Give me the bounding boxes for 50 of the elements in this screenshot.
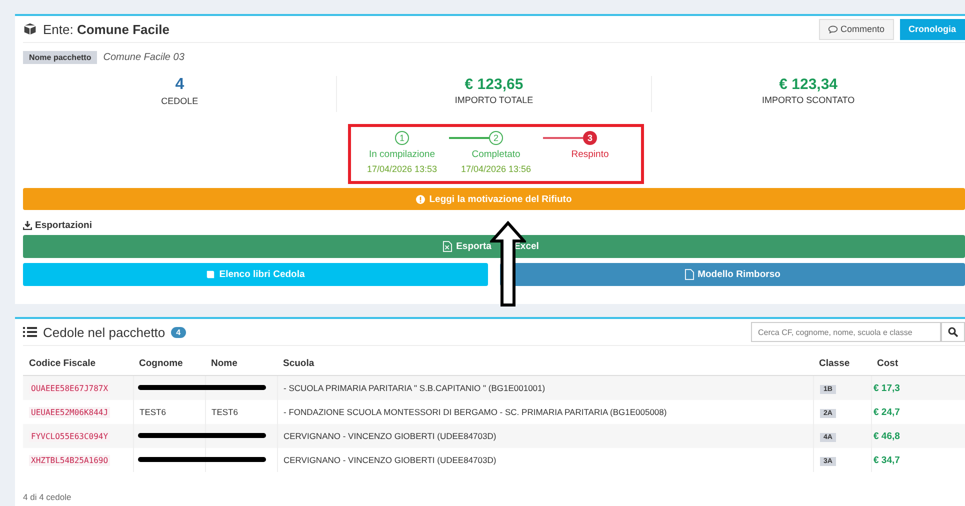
step-label: Respinto — [571, 149, 609, 160]
package-name: Comune Facile 03 — [103, 52, 184, 63]
step-label: Completato — [472, 149, 520, 160]
download-icon — [23, 221, 32, 230]
cube-icon — [23, 22, 37, 36]
rejection-reason-button[interactable]: Leggi la motivazione del Rifiuto — [23, 188, 965, 210]
document-icon — [684, 269, 694, 280]
table-cell: - FONDAZIONE SCUOLA MONTESSORI DI BERGAMO - SC. PRIMARIA PARITARIA (BG1E005008) — [284, 407, 667, 417]
stat-label: IMPORTO TOTALE — [454, 95, 534, 105]
stat-label: CEDOLE — [161, 96, 198, 106]
table-cell: - SCUOLA PRIMARIA PARITARIA " S.B.CAPITANIO " (BG1E001001) — [284, 383, 546, 393]
exports-title: Esportazioni — [35, 220, 92, 231]
history-button[interactable]: Cronologia — [900, 18, 965, 40]
cost-value: € 34,7 — [874, 454, 900, 466]
table-cell: CERVIGNANO - VINCENZO GIOBERTI (UDEE84703D) — [284, 455, 496, 465]
step-label: In compilazione — [368, 149, 435, 160]
tax-code: UEUAEE52M06K844J — [29, 407, 110, 418]
list-title: Cedole nel pacchetto — [43, 324, 166, 340]
cost-value: € 24,7 — [874, 406, 900, 418]
search-icon — [948, 327, 958, 337]
table-cell: CERVIGNANO - VINCENZO GIOBERTI (UDEE84703D) — [284, 431, 496, 441]
search-field[interactable]: Cerca CF, cognome, nome, scuola e classe — [751, 322, 941, 342]
step-circle: 1 — [395, 131, 409, 145]
cost-value: € 17,3 — [874, 382, 900, 394]
list-icon — [23, 326, 37, 338]
step-circle: 3 — [583, 131, 597, 145]
stat-value: € 123,65 — [464, 76, 524, 93]
stat-value: € 123,34 — [779, 76, 838, 93]
step-date: 17/04/2026 13:56 — [460, 164, 532, 174]
row-count: 4 di 4 cedole — [23, 492, 72, 502]
entity-title: Ente: Comune Facile — [43, 22, 170, 36]
stat-value: 4 — [175, 76, 184, 94]
table-cell: TEST6 — [212, 407, 238, 417]
tax-code: OUAEEE58E67J787X — [29, 383, 110, 394]
book-list-button[interactable]: Elenco libri Cedola — [23, 263, 488, 286]
package-name-tag: Nome pacchetto — [23, 51, 98, 64]
excel-file-icon — [443, 241, 452, 252]
table-cell: TEST6 — [140, 407, 166, 417]
stat-label: IMPORTO SCONTATO — [762, 95, 855, 105]
info-icon — [416, 194, 426, 204]
tax-code: FYVCLO55E63C094Y — [29, 431, 110, 442]
count-badge: 4 — [171, 326, 186, 338]
step-date: 17/04/2026 13:53 — [366, 164, 438, 174]
step-circle: 2 — [489, 131, 503, 145]
tax-code: XHZTBL54B25A169O — [29, 455, 110, 466]
search-button[interactable] — [941, 322, 965, 342]
refund-form-button[interactable]: Modello Rimborso — [500, 263, 965, 286]
cost-value: € 46,8 — [874, 430, 900, 442]
comment-button[interactable]: Commento — [819, 18, 894, 40]
speech-bubble-icon — [828, 24, 838, 34]
